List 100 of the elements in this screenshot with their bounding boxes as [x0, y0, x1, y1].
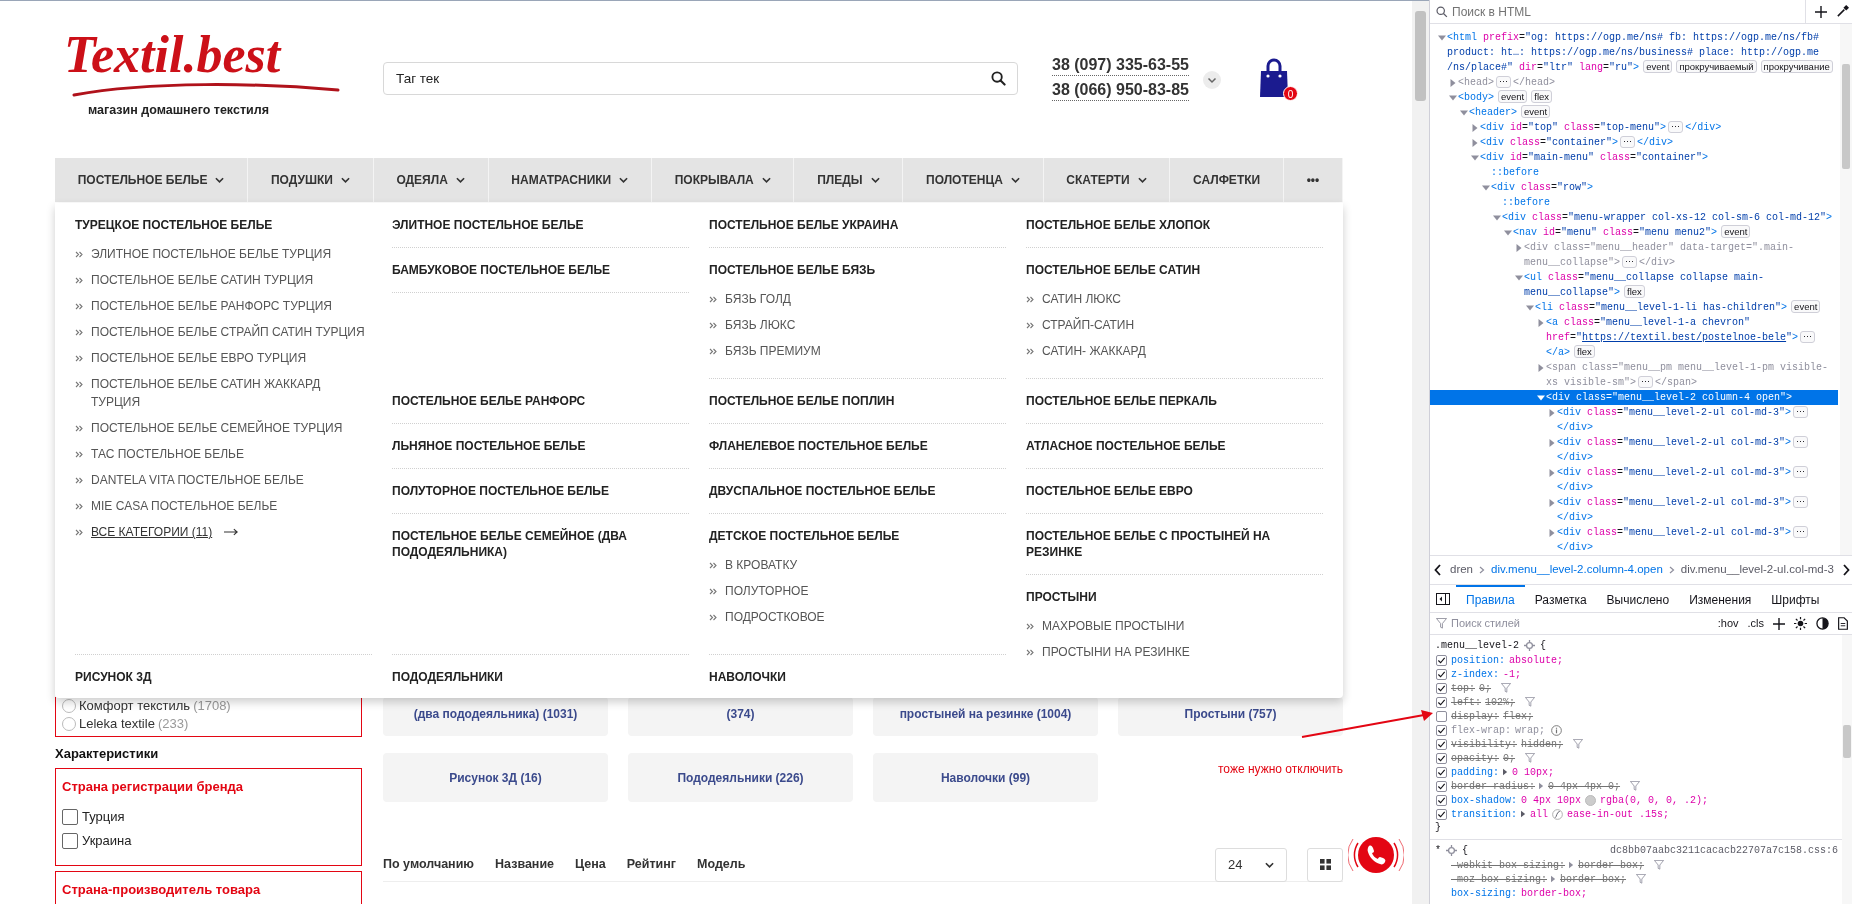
collapse-triangle-icon[interactable] [1481, 183, 1490, 192]
dom-tree-node[interactable]: <div class="menu-wrapper col-xs-12 col-sm-6 col-md-12"> [1430, 210, 1838, 225]
grid-view-button[interactable] [1307, 847, 1343, 882]
panel-tab[interactable]: Вычислено [1596, 585, 1680, 612]
badge[interactable]: event [1498, 90, 1528, 103]
info-icon[interactable] [1551, 724, 1563, 736]
panel-tab[interactable]: Шрифты [1761, 585, 1830, 612]
sort-option[interactable]: Рейтинг [626, 855, 677, 874]
badge[interactable]: flex [1574, 345, 1595, 358]
expand-triangle-icon[interactable] [1521, 810, 1526, 818]
expand-triangle-icon[interactable] [1448, 78, 1457, 87]
checkbox[interactable] [62, 833, 78, 849]
dom-tree-node[interactable]: <html prefix="og: https://ogp.me/ns# fb: https://ogp.me/ns/fb# product: ht…: https://ogp.me/ns/business# place: http://ogp.me /ns/place#" dir="ltr" lang="ru"> event прокручиваемый прокручивание [1430, 30, 1838, 75]
filter-icon[interactable] [1525, 753, 1536, 763]
badge[interactable]: flex [1624, 285, 1645, 298]
category-link[interactable]: ФЛАНЕЛЕВОЕ ПОСТЕЛЬНОЕ БЕЛЬЕ [709, 438, 928, 454]
subcategory-link[interactable]: ЭЛИТНОЕ ПОСТЕЛЬНОЕ БЕЛЬЕ ТУРЦИЯ [91, 245, 332, 263]
category-link[interactable]: ПОСТЕЛЬНОЕ БЕЛЬЕ ХЛОПОК [1026, 217, 1211, 233]
source-link[interactable]: dc8bb07aabc3211cacacb22707a7c158.css:6 [1609, 842, 1838, 858]
category-link[interactable]: ПОСТЕЛЬНОЕ БЕЛЬЕ УКРАИНА [709, 217, 899, 233]
subcategory-link[interactable]: ПОЛУТОРНОЕ [725, 582, 809, 600]
document-icon[interactable] [1838, 617, 1848, 630]
checkbox[interactable] [1436, 780, 1447, 792]
nav-menu-item[interactable]: ••• [1283, 158, 1343, 202]
subcategory-link[interactable]: САТИН ЛЮКС [1042, 290, 1121, 308]
checkbox[interactable] [1436, 696, 1447, 708]
breadcrumb-item[interactable]: div.menu__level-2.column-4.open [1491, 561, 1663, 579]
subcategory-link[interactable]: ПОСТЕЛЬНОЕ БЕЛЬЕ САТИН ТУРЦИЯ [91, 271, 314, 289]
ellipsis-badge[interactable]: ⋯ [1496, 76, 1511, 88]
page-scrollbar[interactable] [1412, 1, 1429, 904]
ellipsis-badge[interactable]: ⋯ [1793, 406, 1809, 418]
expand-triangle-icon[interactable] [1547, 468, 1556, 477]
badge[interactable]: event [1521, 105, 1551, 118]
badge[interactable]: event [1791, 300, 1821, 313]
category-link[interactable]: ТУРЕЦКОЕ ПОСТЕЛЬНОЕ БЕЛЬЕ [75, 217, 273, 233]
category-link[interactable]: ПОСТЕЛЬНОЕ БЕЛЬЕ СЕМЕЙНОЕ (ДВА ПОДОДЕЯЛЬНИКА) [392, 528, 689, 560]
category-tile[interactable]: (374) [628, 697, 853, 736]
panel-tab[interactable]: Изменения [1679, 585, 1762, 612]
expand-phones-icon[interactable] [1203, 71, 1221, 89]
expand-triangle-icon[interactable] [1503, 768, 1508, 776]
subcategory-link[interactable]: ПОСТЕЛЬНОЕ БЕЛЬЕ СТРАЙП САТИН ТУРЦИЯ [91, 323, 365, 341]
dom-tree-node[interactable]: <div class="menu__level-2-ul col-md-3"> ⋯ </div> [1430, 405, 1838, 435]
category-link[interactable]: ПРОСТЫНИ [1026, 589, 1097, 605]
subcategory-link[interactable]: МАХРОВЫЕ ПРОСТЫНИ [1042, 617, 1185, 635]
subcategory-link[interactable]: СТРАЙП-САТИН [1042, 316, 1135, 334]
filter-icon[interactable] [1573, 739, 1584, 749]
filter-icon[interactable] [1501, 683, 1512, 693]
panel-tab[interactable]: Разметка [1524, 585, 1597, 612]
subcategory-link[interactable]: ПОСТЕЛЬНОЕ БЕЛЬЕ РАНФОРС ТУРЦИЯ [91, 297, 332, 315]
breadcrumb-item[interactable]: div.menu__level-2-ul.col-md-3 [1680, 561, 1834, 579]
category-link[interactable]: БАМБУКОВОЕ ПОСТЕЛЬНОЕ БЕЛЬЕ [392, 262, 611, 278]
logo-text[interactable]: Textil.best [64, 27, 281, 83]
expand-triangle-icon[interactable] [1547, 528, 1556, 537]
dom-tree-node[interactable]: ::before [1430, 195, 1838, 210]
checkbox[interactable] [1436, 654, 1447, 666]
dom-tree-node[interactable]: <span class="menu__pm menu__level-1-pm visible-xs visible-sm"> ⋯ </span> [1430, 360, 1838, 390]
dom-tree-node[interactable]: <body> event flex [1430, 90, 1838, 105]
checkbox[interactable] [1436, 724, 1447, 736]
subcategory-link[interactable]: MIE CASA ПОСТЕЛЬНОЕ БЕЛЬЕ [91, 497, 278, 515]
add-node-icon[interactable] [1815, 5, 1827, 18]
category-link[interactable]: ДЕТСКОЕ ПОСТЕЛЬНОЕ БЕЛЬЕ [709, 528, 900, 544]
category-link[interactable]: ПОДОДЕЯЛЬНИКИ [392, 669, 503, 685]
dom-tree-node[interactable]: <div id="main-menu" class="container"> [1430, 150, 1838, 165]
subcategory-link[interactable]: DANTELA VITA ПОСТЕЛЬНОЕ БЕЛЬЕ [91, 471, 304, 489]
add-rule-icon[interactable] [1773, 617, 1785, 630]
subcategory-link[interactable]: ПОСТЕЛЬНОЕ БЕЛЬЕ ЕВРО ТУРЦИЯ [91, 349, 307, 367]
ellipsis-badge[interactable]: ⋯ [1638, 376, 1654, 388]
expand-triangle-icon[interactable] [1569, 861, 1575, 869]
checkbox[interactable] [1436, 668, 1447, 680]
collapse-triangle-icon[interactable] [1536, 393, 1545, 402]
category-link[interactable]: РИСУНОК 3Д [75, 669, 152, 685]
phone-link[interactable]: 38 (097) 335-63-55 [1052, 55, 1189, 76]
search-field[interactable]: Таг тек [383, 62, 1018, 95]
checkbox[interactable] [62, 809, 78, 825]
filter-icon[interactable] [1525, 697, 1536, 707]
checkbox[interactable] [1436, 710, 1447, 722]
expand-triangle-icon[interactable] [1551, 875, 1556, 883]
toggle-button[interactable]: :hov [1717, 615, 1739, 632]
dom-tree-node[interactable]: <div class="menu__level-2-ul col-md-3"> ⋯ </div> [1430, 495, 1838, 525]
sun-icon[interactable] [1794, 617, 1807, 630]
ellipsis-badge[interactable]: ⋯ [1620, 136, 1636, 148]
ellipsis-badge[interactable]: ⋯ [1622, 256, 1638, 268]
panel-tab[interactable]: Правила [1456, 585, 1525, 612]
category-link[interactable]: ДВУСПАЛЬНОЕ ПОСТЕЛЬНОЕ БЕЛЬЕ [709, 483, 936, 499]
scroll-left-icon[interactable] [1434, 564, 1442, 576]
subcategory-link[interactable]: БЯЗЬ ГОЛД [725, 290, 791, 308]
badge[interactable]: flex [1531, 90, 1553, 103]
collapse-triangle-icon[interactable] [1437, 33, 1446, 42]
dom-tree-node[interactable]: <div class="menu__level-2-ul col-md-3"> ⋯ </div> [1430, 465, 1838, 495]
subcategory-link[interactable]: ПОДРОСТКОВОЕ [725, 608, 825, 626]
dom-tree-node[interactable]: <li class="menu__level-1-li has-children"> event [1430, 300, 1838, 315]
cart-button[interactable] [1259, 58, 1289, 98]
easing-curve-icon[interactable] [1552, 808, 1564, 820]
checkbox[interactable] [1436, 766, 1447, 778]
ellipsis-badge[interactable]: ⋯ [1793, 496, 1809, 508]
nav-menu-item[interactable]: СКАТЕРТИ [1043, 158, 1171, 202]
category-link[interactable]: ЭЛИТНОЕ ПОСТЕЛЬНОЕ БЕЛЬЕ [392, 217, 584, 233]
rules-scrollbar[interactable] [1842, 635, 1852, 904]
sidebar-toggle-icon[interactable] [1436, 592, 1450, 605]
ellipsis-badge[interactable]: ⋯ [1793, 526, 1809, 538]
